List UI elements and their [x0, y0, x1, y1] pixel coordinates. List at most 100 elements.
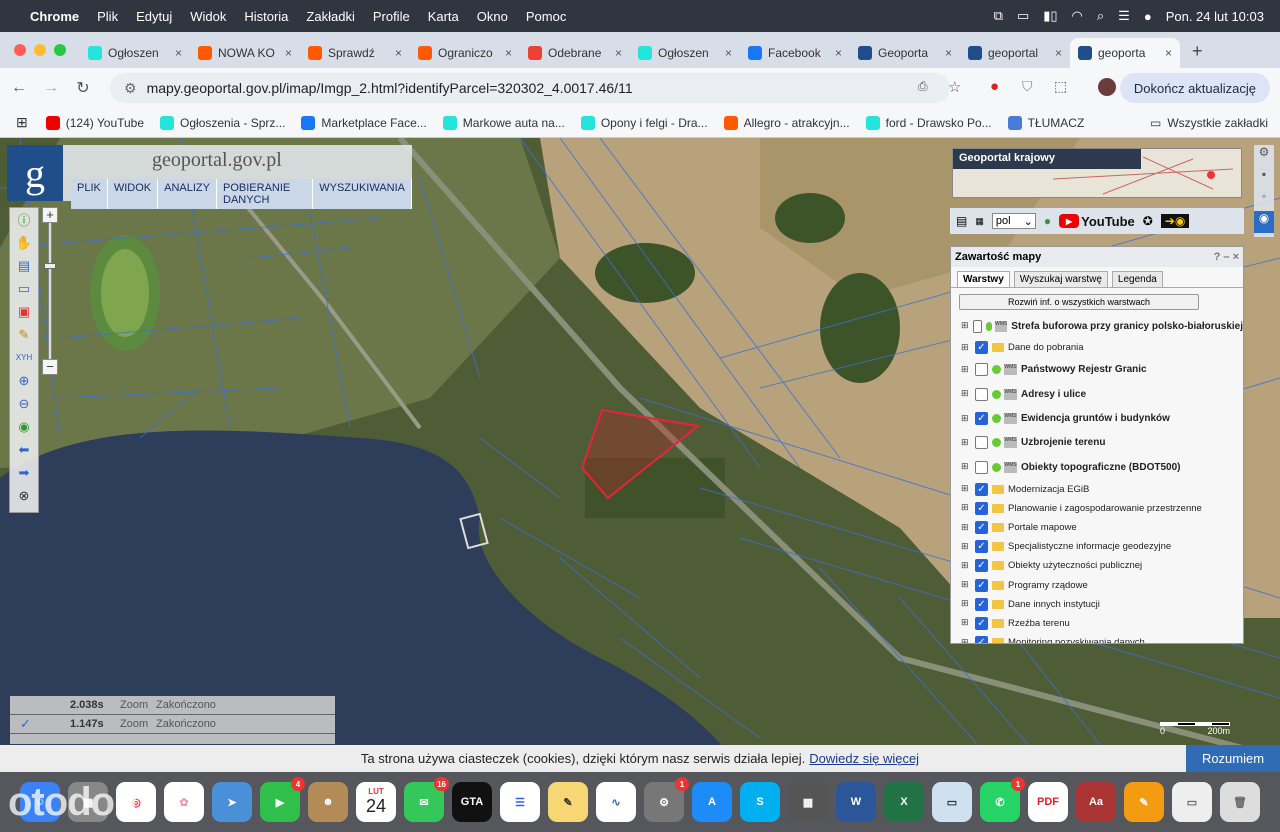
- browser-tab[interactable]: Geoporta ×: [850, 38, 960, 68]
- word-icon[interactable]: W: [836, 782, 876, 822]
- close-tab-icon[interactable]: ×: [725, 46, 732, 60]
- bookmark-star-icon[interactable]: ☆: [948, 78, 961, 96]
- menu-app-name[interactable]: Chrome: [30, 9, 79, 24]
- layer-checkbox[interactable]: ✓: [975, 501, 988, 515]
- close-tab-icon[interactable]: ×: [285, 46, 292, 60]
- close-tab-icon[interactable]: ×: [175, 46, 182, 60]
- downloads-folder-icon[interactable]: ▭: [1172, 782, 1212, 822]
- battery-icon[interactable]: ▮▯: [1043, 8, 1057, 24]
- menu-edytuj[interactable]: Edytuj: [136, 9, 172, 24]
- trash-icon[interactable]: 🗑: [1220, 782, 1260, 822]
- expand-layer-icon[interactable]: ⊞: [961, 342, 971, 353]
- control-center-icon[interactable]: ☰: [1118, 8, 1130, 24]
- layer-row[interactable]: ⊞ WMS Państwowy Rejestr Granic: [951, 358, 1243, 382]
- expand-layer-icon[interactable]: ⊞: [961, 522, 971, 533]
- contacts-icon[interactable]: ☻: [308, 782, 348, 822]
- bookmark-item[interactable]: Opony i felgi - Dra...: [580, 115, 708, 130]
- expand-layer-icon[interactable]: ⊞: [961, 484, 971, 494]
- close-window-button[interactable]: [14, 44, 26, 56]
- layer-checkbox[interactable]: ✓: [975, 540, 988, 554]
- zoom-in-icon[interactable]: ⊕: [10, 369, 38, 392]
- coordinates-icon[interactable]: XYH: [10, 346, 38, 369]
- menu-pobieranie-button[interactable]: POBIERANIE DANYCH: [217, 179, 314, 209]
- close-tab-icon[interactable]: ×: [945, 46, 952, 60]
- expand-all-layers-button[interactable]: Rozwiń inf. o wszystkich warstwach: [959, 294, 1199, 310]
- zoom-plus-button[interactable]: +: [42, 207, 58, 223]
- browser-tab[interactable]: Facebook ×: [740, 38, 850, 68]
- layer-checkbox[interactable]: ✓: [975, 341, 988, 355]
- all-bookmarks-link[interactable]: Wszystkie zakładki: [1167, 116, 1268, 130]
- layer-checkbox[interactable]: ✓: [975, 521, 988, 534]
- high-contrast-icon[interactable]: ➔◉: [1160, 214, 1190, 228]
- compass-icon[interactable]: ⊗: [10, 484, 38, 507]
- messages-icon[interactable]: ✉ 16: [404, 777, 449, 822]
- bookmark-item[interactable]: ford - Drawsko Po...: [865, 115, 992, 130]
- bookmark-item[interactable]: Marketplace Face...: [301, 115, 427, 130]
- expand-layer-icon[interactable]: ⊞: [961, 599, 971, 609]
- clock[interactable]: Pon. 24 lut 10:03: [1166, 9, 1264, 24]
- menu-profile[interactable]: Profile: [373, 9, 410, 24]
- browser-tab[interactable]: Odebrane ×: [520, 38, 630, 68]
- arrow-back-icon[interactable]: ⬅: [10, 438, 38, 461]
- layer-checkbox[interactable]: ✓: [975, 636, 988, 643]
- visibility-icon[interactable]: ◦: [1254, 189, 1274, 211]
- layer-row[interactable]: ⊞ ✓ Monitoring pozyskiwania danych: [951, 633, 1243, 643]
- layer-row[interactable]: ⊞ ✓ Dane do pobrania: [951, 338, 1243, 357]
- close-tab-icon[interactable]: ×: [395, 46, 402, 60]
- gta-icon[interactable]: GTA: [452, 782, 492, 822]
- zoom-out-icon[interactable]: ⊖: [10, 392, 38, 415]
- site-info-icon[interactable]: ⚙: [124, 80, 137, 97]
- layer-row[interactable]: ⊞ ✓ WMS Ewidencja gruntów i budynków: [951, 406, 1243, 430]
- browser-tab[interactable]: geoportal ×: [960, 38, 1070, 68]
- layer-checkbox[interactable]: [975, 387, 988, 401]
- layer-checkbox[interactable]: ✓: [975, 412, 988, 426]
- pan-hand-icon[interactable]: ✋: [10, 231, 38, 254]
- browser-tab[interactable]: Sprawdź ×: [300, 38, 410, 68]
- menu-karta[interactable]: Karta: [428, 9, 459, 24]
- layer-checkbox[interactable]: ✓: [975, 578, 988, 592]
- browser-tab[interactable]: Ogłoszen ×: [630, 38, 740, 68]
- tab-warstwy[interactable]: Warstwy: [957, 271, 1010, 287]
- overview-minimap[interactable]: Geoportal krajowy: [952, 148, 1242, 198]
- siri-icon[interactable]: ●: [1144, 9, 1152, 24]
- maps-icon[interactable]: ➤: [212, 782, 252, 822]
- freeform-icon[interactable]: ∿: [596, 782, 636, 822]
- layer-checkbox[interactable]: [975, 460, 988, 474]
- wms-icon[interactable]: ▦: [975, 216, 984, 227]
- extensions-puzzle-icon[interactable]: ⬚: [1054, 78, 1067, 95]
- url-text[interactable]: mapy.geoportal.gov.pl/imap/Imgp_2.html?i…: [147, 80, 633, 96]
- menu-plik[interactable]: Plik: [97, 9, 118, 24]
- close-tab-icon[interactable]: ×: [1055, 46, 1062, 60]
- bookmark-item[interactable]: (124) YouTube: [45, 115, 144, 130]
- menu-okno[interactable]: Okno: [477, 9, 508, 24]
- pdf-icon[interactable]: PDF: [1028, 782, 1068, 822]
- accessibility-icon[interactable]: ✪: [1143, 214, 1153, 228]
- menu-analizy-button[interactable]: ANALIZY: [158, 179, 217, 209]
- layer-row[interactable]: ⊞ ✓ Dane innych instytucji: [951, 595, 1243, 614]
- arrow-forward-icon[interactable]: ➡: [10, 461, 38, 484]
- menu-plik-button[interactable]: PLIK: [71, 179, 108, 209]
- pages-icon[interactable]: ✎: [1124, 782, 1164, 822]
- bookmark-item[interactable]: Allegro - atrakcyjn...: [723, 115, 850, 130]
- eye-icon[interactable]: ◉: [1254, 211, 1274, 233]
- notes-icon[interactable]: ✎: [548, 782, 588, 822]
- help-icon[interactable]: ●: [1044, 214, 1051, 228]
- expand-layer-icon[interactable]: ⊞: [961, 637, 971, 643]
- reload-icon[interactable]: ↻: [70, 78, 96, 98]
- layer-row[interactable]: ⊞ WMS Obiekty topograficzne (BDOT500): [951, 455, 1243, 479]
- expand-layer-icon[interactable]: ⊞: [961, 321, 969, 331]
- calculator-icon[interactable]: ▦: [788, 782, 828, 822]
- select-area-icon[interactable]: ▭: [10, 277, 38, 300]
- preview-icon[interactable]: ▭: [932, 782, 972, 822]
- calendar-icon[interactable]: LUT 24: [356, 782, 396, 822]
- extension-shield-icon[interactable]: ⛉: [1022, 78, 1033, 95]
- layer-row[interactable]: ⊞ ✓ Modernizacja EGiB: [951, 480, 1243, 499]
- back-icon[interactable]: ←: [6, 79, 32, 97]
- skype-icon[interactable]: S: [740, 782, 780, 822]
- settings-icon[interactable]: ⚙: [1254, 145, 1274, 167]
- close-tab-icon[interactable]: ×: [615, 46, 622, 60]
- zoom-window-button[interactable]: [54, 44, 66, 56]
- photos-icon[interactable]: ✿: [164, 782, 204, 822]
- app-store-icon[interactable]: A: [692, 782, 732, 822]
- zoom-slider[interactable]: + −: [42, 207, 60, 379]
